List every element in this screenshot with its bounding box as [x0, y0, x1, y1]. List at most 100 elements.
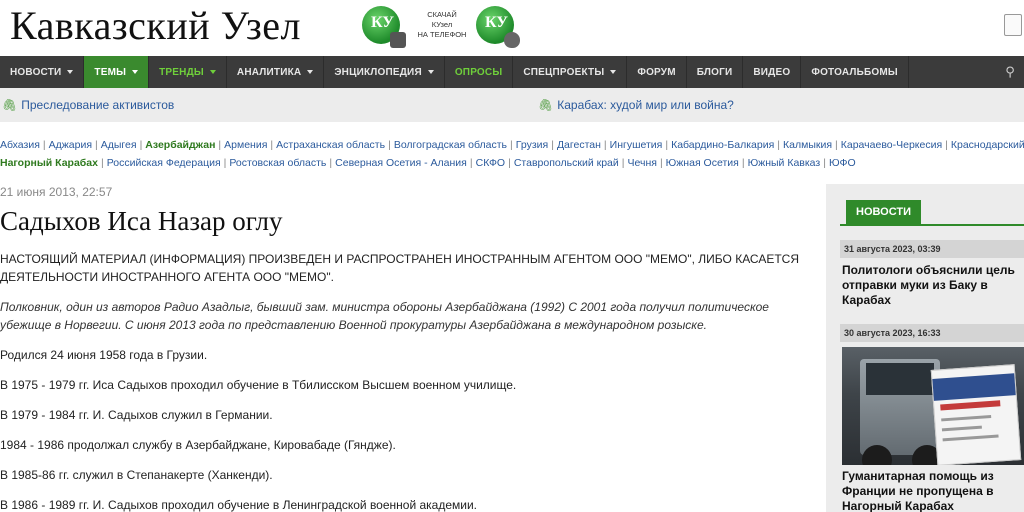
app-promo-line: КУзел — [431, 20, 453, 29]
region-link[interactable]: Аджария — [49, 139, 92, 151]
region-link[interactable]: Ставропольский край — [514, 157, 619, 169]
nav-item-encyclopedia[interactable]: ЭНЦИКЛОПЕДИЯ — [324, 56, 445, 88]
article-paragraph: В 1979 - 1984 гг. И. Садыхов служил в Ге… — [0, 408, 273, 422]
nav-item-news[interactable]: НОВОСТИ — [0, 56, 85, 88]
region-link[interactable]: ЮФО — [829, 157, 856, 169]
region-link[interactable]: Дагестан — [557, 139, 601, 151]
region-link[interactable]: Южная Осетия — [666, 157, 739, 169]
foreign-agent-notice: НАСТОЯЩИЙ МАТЕРИАЛ (ИНФОРМАЦИЯ) ПРОИЗВЕД… — [0, 252, 800, 284]
news-photo[interactable] — [842, 347, 1024, 465]
region-link[interactable]: Калмыкия — [783, 139, 832, 151]
nav-item-photoalbums[interactable]: ФОТОАЛЬБОМЫ — [801, 56, 909, 88]
poster-line — [941, 414, 992, 422]
tab-underline — [840, 224, 1024, 226]
region-link[interactable]: Северная Осетия - Алания — [335, 157, 467, 169]
region-link[interactable]: Чечня — [627, 157, 656, 169]
paperclip-icon: 🖇 — [538, 98, 554, 112]
app-promo-line: НА ТЕЛЕФОН — [417, 30, 467, 39]
search-icon[interactable]: ⚲ — [996, 56, 1024, 88]
region-link[interactable]: Грузия — [516, 139, 548, 151]
aid-poster — [930, 364, 1022, 465]
nav-item-polls[interactable]: ОПРОСЫ — [445, 56, 514, 88]
nav-item-video[interactable]: ВИДЕО — [743, 56, 802, 88]
separator: | — [388, 139, 391, 151]
separator: | — [218, 139, 222, 151]
separator: | — [42, 139, 46, 151]
page-title: Садыхов Иса Назар оглу — [0, 206, 283, 236]
app-badge-label: КУ — [371, 14, 395, 31]
app-promo-line: СКАЧАЙ — [427, 10, 457, 19]
region-link[interactable]: Российская Федерация — [107, 157, 221, 169]
separator: | — [777, 139, 781, 151]
news-title-link[interactable]: Политологи объяснили цель отправки муки … — [842, 263, 1024, 308]
nav-item-analytics[interactable]: АНАЛИТИКА — [227, 56, 325, 88]
mobile-icon[interactable] — [1004, 14, 1022, 36]
poster-stripe — [940, 400, 1001, 411]
article-paragraph: Родился 24 июня 1958 года в Грузии. — [0, 348, 208, 362]
separator: | — [823, 157, 826, 169]
chevron-down-icon — [67, 70, 74, 74]
chevron-down-icon — [132, 70, 139, 74]
separator: | — [621, 157, 625, 169]
chevron-down-icon — [209, 70, 216, 74]
separator: | — [835, 139, 838, 151]
app-badge-label: КУ — [485, 14, 509, 31]
nav-item-themes[interactable]: ТЕМЫ — [84, 56, 150, 88]
topics-bar: 🖇 Преследование активистов 🖇 Карабах: худо… — [0, 88, 1024, 122]
region-link[interactable]: Адыгея — [101, 139, 137, 151]
regions-list: Абхазия | Аджария | Адыгея | Азербайджан | Армен… — [0, 136, 1024, 172]
poster-line — [941, 425, 982, 432]
article-lead: Полковник, один из авторов Радио Азадлыг… — [0, 300, 769, 332]
app-promo-text[interactable]: СКАЧАЙ КУзел НА ТЕЛЕФОН — [410, 10, 474, 40]
nav-item-forum[interactable]: ФОРУМ — [627, 56, 687, 88]
separator: | — [510, 139, 513, 151]
region-link[interactable]: Кабардино-Балкария — [671, 139, 774, 151]
region-link[interactable]: СКФО — [476, 157, 506, 169]
region-link[interactable]: Армения — [224, 139, 267, 151]
article-date: 21 июня 2013, 22:57 — [0, 185, 113, 199]
separator: | — [139, 139, 143, 151]
separator: | — [665, 139, 669, 151]
news-title-link[interactable]: Гуманитарная помощь из Франции не пропущ… — [842, 469, 1024, 512]
topic-link-activists[interactable]: 🖇 Преследование активистов — [2, 98, 174, 112]
topic-link-karabakh[interactable]: 🖇 Карабах: худой мир или война? — [538, 98, 734, 112]
nav-item-blogs[interactable]: БЛОГИ — [687, 56, 744, 88]
nav-item-trends[interactable]: ТРЕНДЫ — [149, 56, 227, 88]
article-paragraph: В 1985-86 гг. служил в Степанакерте (Хан… — [0, 468, 273, 482]
separator: | — [95, 139, 98, 151]
android-icon — [390, 32, 406, 48]
article-body: НАСТОЯЩИЙ МАТЕРИАЛ (ИНФОРМАЦИЯ) ПРОИЗВЕД… — [0, 250, 800, 512]
regions-row: Абхазия | Аджария | Адыгея | Азербайджан | Армен… — [0, 136, 1024, 154]
region-link[interactable]: Ростовская область — [229, 157, 326, 169]
android-app-badge[interactable]: КУ — [362, 6, 406, 48]
tab-news[interactable]: НОВОСТИ — [846, 200, 922, 224]
region-link[interactable]: Астраханская область — [276, 139, 385, 151]
region-link[interactable]: Краснодарский — [951, 139, 1024, 151]
separator: | — [329, 157, 333, 169]
regions-row: Нагорный Карабах | Российская Федерация | Ро… — [0, 154, 1024, 172]
region-link[interactable]: Азербайджан — [145, 139, 215, 151]
region-link[interactable]: Нагорный Карабах — [0, 157, 98, 169]
separator: | — [100, 157, 104, 169]
separator: | — [551, 139, 554, 151]
region-link[interactable]: Волгоградская область — [394, 139, 507, 151]
separator: | — [741, 157, 745, 169]
separator: | — [659, 157, 663, 169]
region-link[interactable]: Абхазия — [0, 139, 40, 151]
separator: | — [945, 139, 948, 151]
poster-line — [942, 434, 999, 442]
site-logo[interactable]: Кавказский Узел — [10, 2, 301, 49]
news-date: 30 августа 2023, 16:33 — [840, 324, 1024, 342]
chevron-down-icon — [307, 70, 314, 74]
nav-item-specprojects[interactable]: СПЕЦПРОЕКТЫ — [513, 56, 628, 88]
separator: | — [223, 157, 227, 169]
ios-app-badge[interactable]: КУ — [476, 6, 520, 48]
separator: | — [508, 157, 511, 169]
article-paragraph: В 1986 - 1989 гг. И. Садыхов проходил об… — [0, 498, 478, 512]
article-paragraph: В 1975 - 1979 гг. Иса Садыхов проходил о… — [0, 378, 517, 392]
separator: | — [469, 157, 473, 169]
region-link[interactable]: Карачаево-Черкесия — [841, 139, 942, 151]
region-link[interactable]: Ингушетия — [610, 139, 663, 151]
region-link[interactable]: Южный Кавказ — [748, 157, 821, 169]
article-paragraph: 1984 - 1986 продолжал службу в Азербайдж… — [0, 438, 396, 452]
